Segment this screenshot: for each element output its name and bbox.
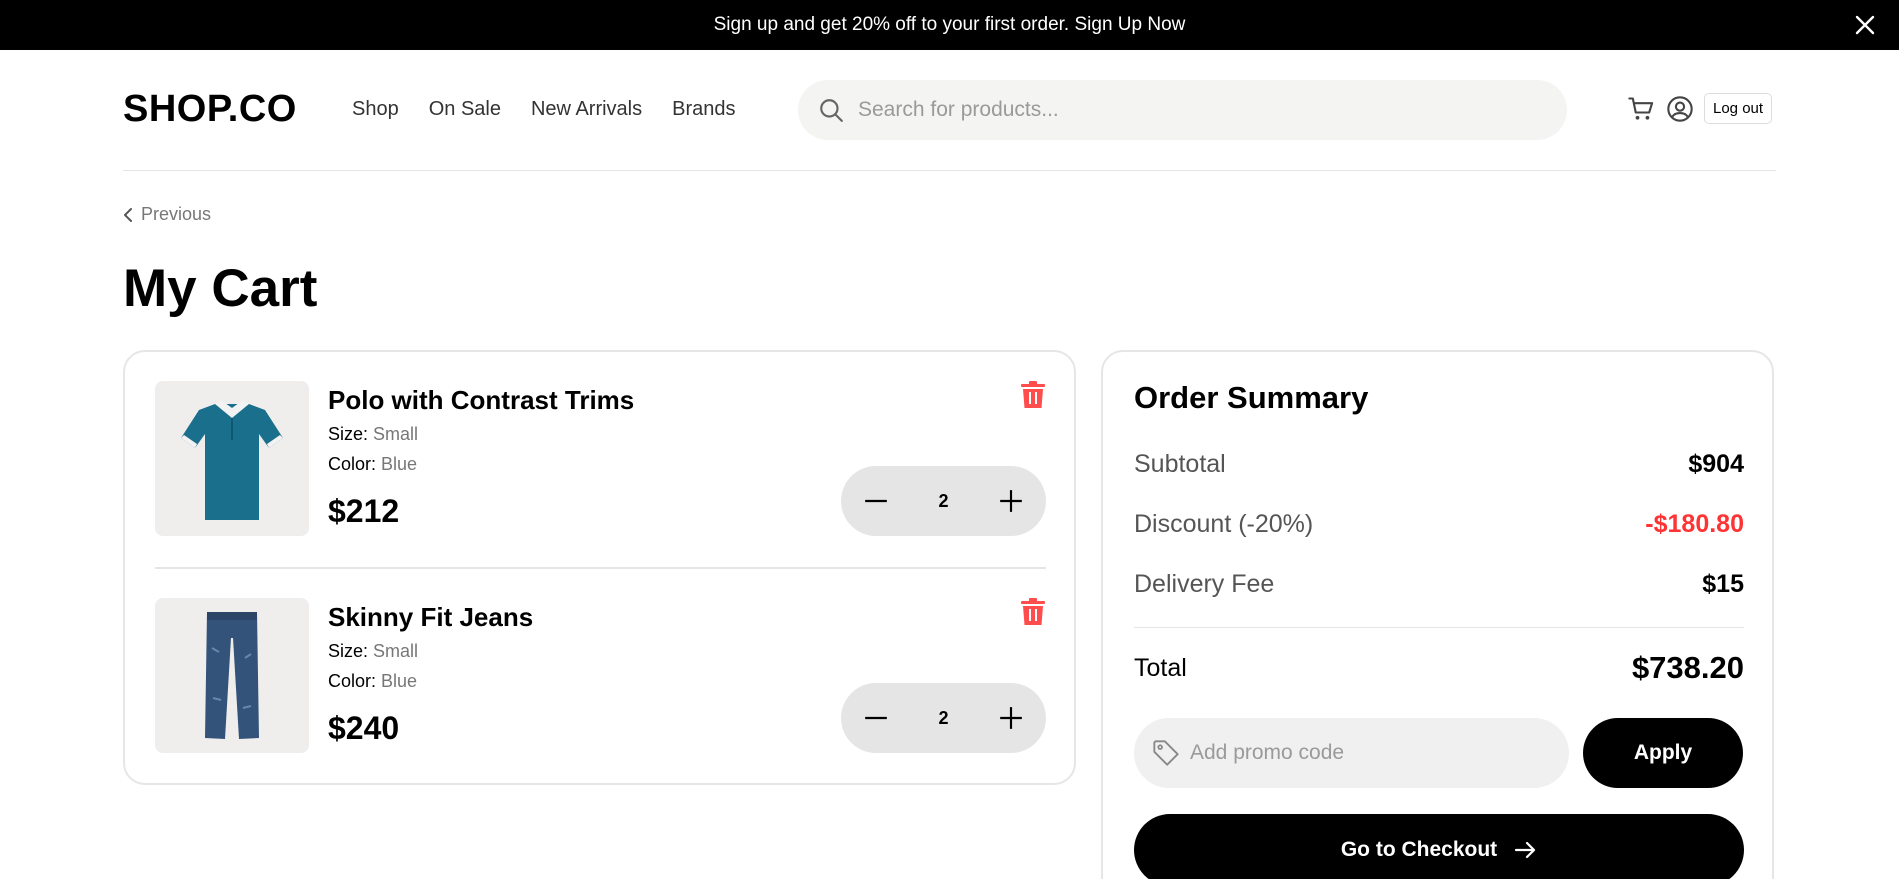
apply-button[interactable]: Apply — [1583, 718, 1743, 788]
discount-value: -$180.80 — [1645, 510, 1744, 538]
tag-icon — [1153, 740, 1179, 766]
product-name[interactable]: Polo with Contrast Trims — [328, 385, 634, 416]
total-value: $738.20 — [1631, 650, 1744, 685]
trash-icon[interactable] — [1020, 381, 1046, 409]
total-label: Total — [1134, 653, 1187, 682]
subtotal-label: Subtotal — [1134, 450, 1226, 478]
cart-item: Polo with Contrast Trims Size: Small Col… — [155, 381, 1046, 536]
promo-code-input[interactable] — [1190, 741, 1550, 765]
polo-shirt-image — [181, 399, 283, 520]
minus-icon — [865, 716, 887, 720]
quantity-stepper: 2 — [841, 466, 1046, 536]
minus-icon — [865, 499, 887, 503]
product-color: Color: Blue — [328, 671, 417, 692]
delivery-value: $15 — [1702, 570, 1744, 598]
user-icon[interactable] — [1666, 95, 1694, 123]
main-nav: Shop On Sale New Arrivals Brands — [352, 98, 736, 121]
increase-button[interactable] — [994, 484, 1028, 518]
nav-on-sale[interactable]: On Sale — [429, 98, 501, 121]
cart-item: Skinny Fit Jeans Size: Small Color: Blue… — [155, 598, 1046, 753]
subtotal-value: $904 — [1688, 450, 1744, 478]
search-icon — [820, 99, 843, 122]
cart-items-panel: Polo with Contrast Trims Size: Small Col… — [123, 350, 1076, 785]
order-summary-panel: Order Summary Subtotal $904 Discount (-2… — [1101, 350, 1774, 879]
previous-label: Previous — [141, 204, 212, 224]
plus-icon — [1000, 707, 1022, 729]
search-input[interactable] — [858, 98, 1538, 122]
page-title: My Cart — [123, 259, 318, 318]
item-divider — [155, 567, 1046, 569]
summary-divider — [1134, 627, 1744, 628]
product-image[interactable] — [155, 381, 309, 536]
checkout-button[interactable]: Go to Checkout — [1134, 814, 1744, 879]
logo[interactable]: SHOP.CO — [123, 88, 297, 131]
quantity-stepper: 2 — [841, 683, 1046, 753]
order-summary-title: Order Summary — [1134, 380, 1369, 415]
color-value: Blue — [381, 671, 418, 691]
discount-label: Discount (-20%) — [1134, 510, 1314, 538]
banner-text: Sign up and get 20% off to your first or… — [713, 14, 1186, 35]
nav-brands[interactable]: Brands — [672, 98, 735, 121]
size-label: Size: — [328, 641, 369, 661]
cart-icon[interactable] — [1626, 95, 1656, 123]
product-image[interactable] — [155, 598, 309, 753]
subtotal-row: Subtotal $904 — [1134, 450, 1744, 479]
size-value: Small — [373, 641, 419, 661]
chevron-left-icon — [124, 207, 132, 222]
plus-icon — [1000, 490, 1022, 512]
color-label: Color: — [328, 671, 377, 691]
quantity-value: 2 — [938, 707, 949, 728]
search-bar — [798, 80, 1567, 140]
color-label: Color: — [328, 454, 377, 474]
color-value: Blue — [381, 454, 418, 474]
promo-code-field — [1134, 718, 1569, 788]
decrease-button[interactable] — [859, 701, 893, 735]
arrow-right-icon — [1515, 841, 1536, 859]
logout-button[interactable]: Log out — [1704, 93, 1773, 124]
delivery-label: Delivery Fee — [1134, 570, 1275, 598]
jeans-image — [205, 612, 259, 739]
promo-banner: Sign up and get 20% off to your first or… — [0, 0, 1899, 50]
trash-icon[interactable] — [1020, 598, 1046, 626]
nav-new-arrivals[interactable]: New Arrivals — [531, 98, 642, 121]
checkout-label: Go to Checkout — [1340, 838, 1498, 861]
product-price: $212 — [328, 493, 400, 529]
product-size: Size: Small — [328, 641, 418, 662]
nav-shop[interactable]: Shop — [352, 98, 399, 121]
decrease-button[interactable] — [859, 484, 893, 518]
product-size: Size: Small — [328, 424, 418, 445]
close-icon[interactable] — [1853, 13, 1877, 37]
increase-button[interactable] — [994, 701, 1028, 735]
product-name[interactable]: Skinny Fit Jeans — [328, 602, 533, 633]
product-color: Color: Blue — [328, 454, 417, 475]
delivery-row: Delivery Fee $15 — [1134, 570, 1744, 599]
discount-row: Discount (-20%) -$180.80 — [1134, 510, 1744, 539]
total-row: Total $738.20 — [1134, 650, 1744, 686]
site-header: SHOP.CO Shop On Sale New Arrivals Brands… — [123, 50, 1776, 171]
quantity-value: 2 — [938, 490, 949, 511]
product-price: $240 — [328, 710, 400, 746]
size-label: Size: — [328, 424, 369, 444]
header-actions: Log out — [1626, 93, 1773, 124]
previous-link[interactable]: Previous — [123, 204, 211, 225]
size-value: Small — [373, 424, 419, 444]
